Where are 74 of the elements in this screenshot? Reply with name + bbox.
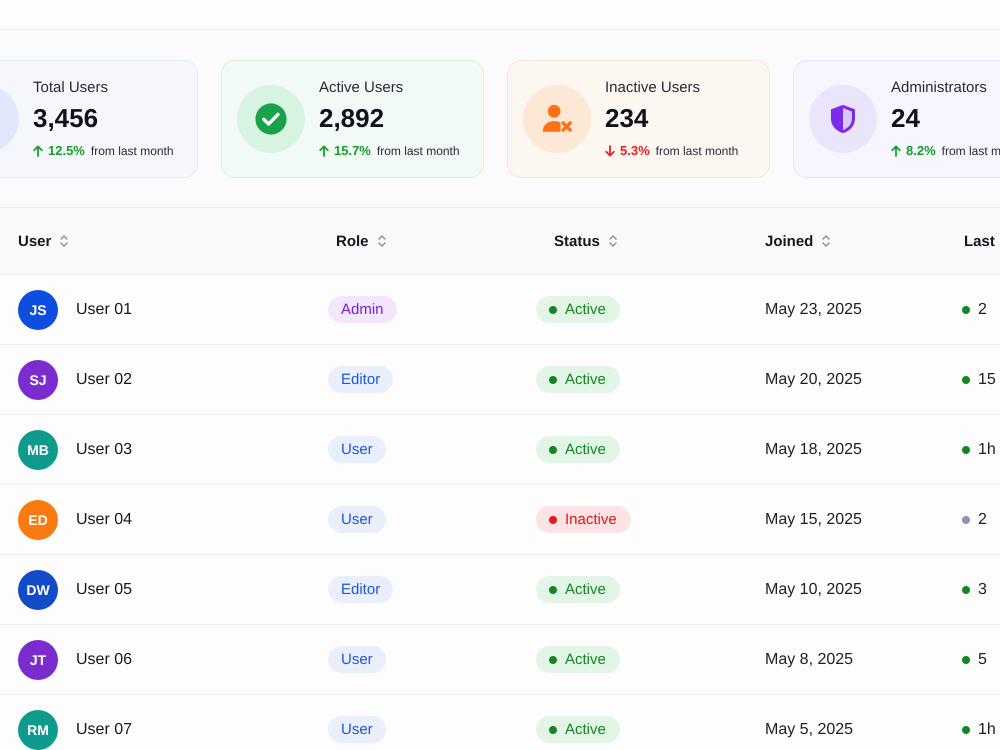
joined-date: May 15, 2025 <box>765 510 862 528</box>
stat-value: 2,892 <box>319 102 384 132</box>
user-name: User 06 <box>76 650 132 668</box>
user-avatar: ED <box>18 500 58 540</box>
last-active-text: 2 <box>978 300 987 318</box>
change-percent: 5.3% <box>620 142 650 160</box>
sort-icon[interactable] <box>378 234 386 248</box>
status-label: Active <box>565 301 606 318</box>
change-percent: 8.2% <box>906 142 936 160</box>
stat-label: Total Users <box>33 78 108 96</box>
status-dot-icon <box>549 656 557 664</box>
user-name: User 03 <box>76 440 132 458</box>
sort-icon[interactable] <box>822 234 830 248</box>
role-badge: Editor <box>328 366 394 393</box>
status-label: Active <box>565 581 606 598</box>
user-avatar: SJ <box>18 360 58 400</box>
status-label: Active <box>565 371 606 388</box>
status-dot-icon <box>549 376 557 384</box>
joined-date: May 23, 2025 <box>765 300 862 318</box>
status-dot-icon <box>549 516 557 524</box>
status-label: Active <box>565 441 606 458</box>
column-header[interactable]: Status <box>554 232 617 250</box>
role-badge: User <box>328 716 386 743</box>
change-percent: 12.5% <box>48 142 85 160</box>
joined-date: May 10, 2025 <box>765 580 862 598</box>
status-dot-icon <box>549 586 557 594</box>
stat-label: Inactive Users <box>605 78 700 96</box>
sort-icon[interactable] <box>608 234 617 248</box>
user-name: User 04 <box>76 510 132 528</box>
joined-date: May 5, 2025 <box>765 720 854 738</box>
user-name: User 02 <box>76 370 132 388</box>
change-percent: 15.7% <box>334 142 371 160</box>
last-active-text: 15 <box>978 370 996 388</box>
joined-date: May 8, 2025 <box>765 650 854 668</box>
change-note: from last month <box>376 142 460 160</box>
user-avatar: JS <box>18 290 58 330</box>
sort-icon[interactable] <box>60 234 68 248</box>
role-badge: Admin <box>328 296 397 323</box>
role-badge: User <box>328 646 386 673</box>
stat-value: 234 <box>605 102 648 132</box>
change-note: from last month <box>90 142 174 160</box>
stat-label: Active Users <box>319 78 404 96</box>
stat-value: 3,456 <box>33 102 98 132</box>
last-active-text: 1h <box>978 720 996 738</box>
user-avatar: RM <box>18 710 58 750</box>
change-note: from last m <box>942 142 1000 160</box>
user-avatar: JT <box>18 640 58 680</box>
column-header[interactable]: Joined <box>765 232 830 250</box>
last-active-text: 5 <box>978 650 987 668</box>
role-badge: User <box>328 506 386 533</box>
joined-date: May 18, 2025 <box>765 440 862 458</box>
last-active-text: 3 <box>978 580 987 598</box>
column-header[interactable]: User <box>18 232 68 250</box>
role-badge: Editor <box>328 576 394 603</box>
user-name: User 05 <box>76 580 132 598</box>
last-active-text: 1h <box>978 440 996 458</box>
last-active-text: 2 <box>978 510 987 528</box>
role-badge: User <box>328 436 386 463</box>
status-dot-icon <box>549 726 557 734</box>
stat-value: 24 <box>891 102 920 132</box>
stat-label: Administrators <box>891 78 987 96</box>
user-avatar: DW <box>18 570 58 610</box>
status-dot-icon <box>549 306 557 314</box>
status-label: Active <box>565 721 606 738</box>
status-label: Inactive <box>565 511 617 528</box>
column-header[interactable]: Last <box>964 232 995 250</box>
user-name: User 07 <box>76 720 132 738</box>
change-note: from last month <box>656 142 738 160</box>
status-dot-icon <box>549 446 557 454</box>
joined-date: May 20, 2025 <box>765 370 862 388</box>
column-header[interactable]: Role <box>336 232 386 250</box>
user-name: User 01 <box>76 300 132 318</box>
user-avatar: MB <box>18 430 58 470</box>
status-label: Active <box>565 651 606 668</box>
